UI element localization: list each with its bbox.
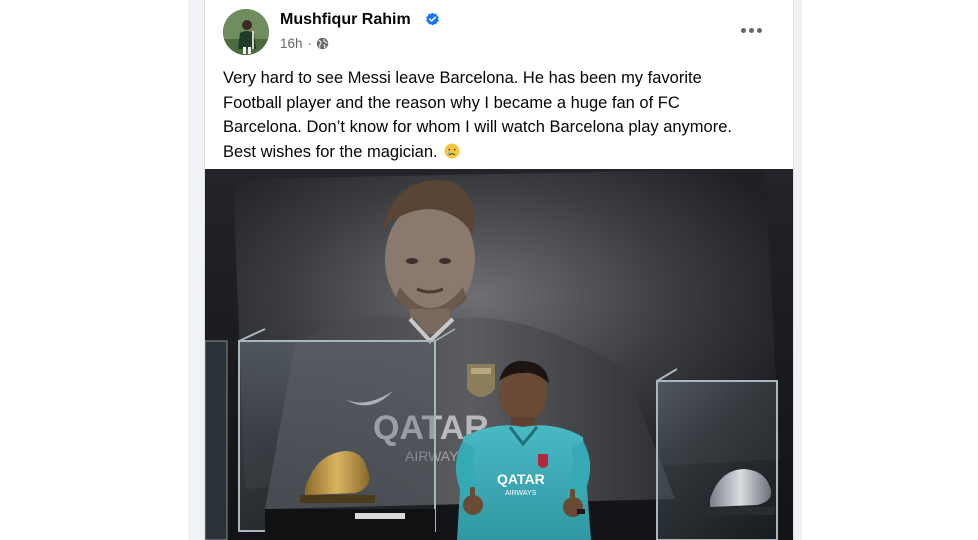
globe-icon[interactable] (316, 37, 329, 50)
author-avatar[interactable] (223, 9, 269, 55)
post-photo[interactable]: QATAR AIRWAYS (205, 169, 793, 540)
post-text-line: Football player and the reason why I bec… (223, 93, 680, 112)
page: Mushfiqur Rahim 16h · Very hard to see M… (0, 0, 978, 540)
post-text-line-last: Best wishes for the magician. (223, 142, 438, 161)
more-options-icon-dot (748, 27, 754, 33)
post-text-line: Barcelona. Don’t know for whom I will wa… (223, 118, 732, 136)
more-options-icon-dot (756, 27, 762, 33)
avatar-image (223, 9, 269, 55)
more-options-icon (740, 27, 746, 33)
shirt-sponsor-text: QATAR (497, 471, 545, 487)
crying-face-emoji-icon (444, 143, 460, 158)
shirt-sponsor-subtext: AIRWAYS (505, 490, 537, 497)
post-message: Very hard to see Messi leave Barcelona. … (223, 66, 783, 164)
more-options-button[interactable] (735, 14, 767, 46)
author-name[interactable]: Mushfiqur Rahim (280, 11, 411, 29)
museum-photo: QATAR AIRWAYS (205, 169, 793, 540)
post-text-line: Very hard to see Messi leave Barcelona. … (223, 69, 702, 87)
meta-separator: · (307, 36, 313, 51)
post-text-line: Best wishes for the magician. (223, 140, 783, 165)
post-meta: 16h · (280, 36, 329, 51)
post-timestamp[interactable]: 16h (280, 36, 303, 51)
post-header: Mushfiqur Rahim 16h · (205, 0, 793, 62)
post-card: Mushfiqur Rahim 16h · Very hard to see M… (204, 0, 794, 540)
verified-badge-icon (426, 12, 439, 26)
